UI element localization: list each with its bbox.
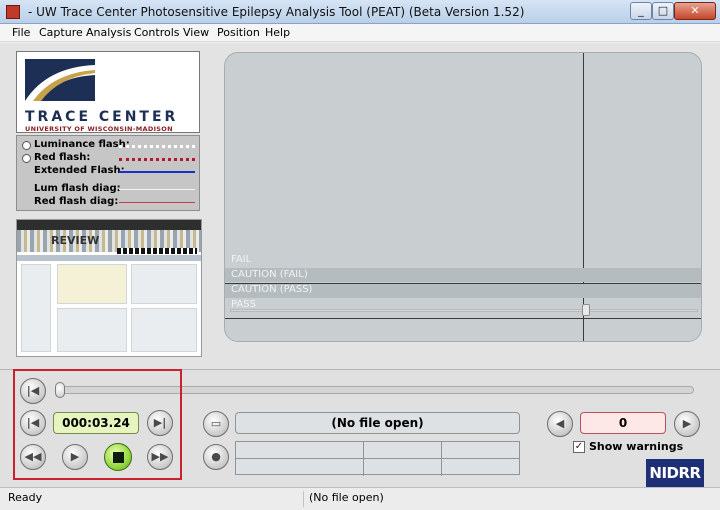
menu-help[interactable]: Help <box>265 26 290 39</box>
legend-line-red-diag <box>119 202 195 203</box>
thumbnail-block <box>57 264 127 304</box>
legend-row-red: Red flash: <box>17 152 201 165</box>
status-middle: (No file open) <box>309 491 384 504</box>
thumbnail-film-strip <box>117 248 197 254</box>
info-cell <box>442 459 519 476</box>
window-title: - UW Trace Center Photosensitive Epileps… <box>28 5 525 19</box>
zone-fail: FAIL <box>231 254 252 265</box>
graph-baseline <box>225 318 701 319</box>
legend-label: Lum flash diag: <box>34 183 121 194</box>
status-left: Ready <box>4 491 304 507</box>
minimize-button[interactable]: _ <box>630 2 652 20</box>
luminance-radio[interactable] <box>22 141 31 150</box>
zone-caution-pass: CAUTION (PASS) <box>231 284 313 295</box>
info-cell <box>236 459 364 476</box>
record-icon[interactable]: ● <box>203 444 229 470</box>
thumbnail-block <box>21 264 51 352</box>
menu-analysis[interactable]: Analysis <box>86 26 131 39</box>
graph-divider <box>583 53 584 341</box>
legend-label: Luminance flash: <box>34 139 130 150</box>
close-button[interactable]: ✕ <box>674 2 716 20</box>
legend-line-lum-diag <box>119 189 195 190</box>
thumbnail-banner-text: REVIEW <box>51 234 100 247</box>
thumbnail-block <box>131 308 197 352</box>
legend-line-red <box>119 158 195 161</box>
red-flash-radio[interactable] <box>22 154 31 163</box>
legend-line-extended <box>119 171 195 173</box>
logo-name: TRACE CENTER <box>25 109 179 125</box>
menu-position[interactable]: Position <box>217 26 260 39</box>
warning-next-icon[interactable]: ▶ <box>674 411 700 437</box>
warning-prev-icon[interactable]: ◀ <box>547 411 573 437</box>
app-icon <box>6 5 20 19</box>
logo-mark-icon <box>25 59 95 101</box>
file-display: (No file open) <box>235 412 520 434</box>
info-cell <box>236 442 364 459</box>
legend-row-extended: Extended Flash: <box>17 165 201 178</box>
menu-file[interactable]: File <box>12 26 30 39</box>
thumbnail-block <box>57 308 127 352</box>
legend-line-luminance <box>119 145 195 148</box>
file-info-grid <box>235 441 520 476</box>
zone-caution-fail: CAUTION (FAIL) <box>231 269 308 280</box>
legend-label: Extended Flash: <box>34 165 125 176</box>
thumbnail-header <box>17 220 201 230</box>
video-thumbnail: REVIEW <box>16 219 202 357</box>
legend-row-luminance: Luminance flash: <box>17 139 201 152</box>
logo-subtitle: UNIVERSITY OF WISCONSIN-MADISON <box>25 125 173 133</box>
highlight-box <box>13 369 182 480</box>
menu-view[interactable]: View <box>183 26 209 39</box>
warning-counter: 0 <box>580 412 666 434</box>
menu-capture[interactable]: Capture <box>39 26 83 39</box>
flash-graph-panel: FAIL CAUTION (FAIL) CAUTION (PASS) PASS <box>224 52 702 342</box>
info-cell <box>364 459 442 476</box>
nidrr-logo: NIDRR <box>646 459 704 487</box>
show-warnings-checkbox[interactable]: ✓ <box>573 441 585 453</box>
legend-row-lum-diag: Lum flash diag: <box>17 183 201 196</box>
legend-label: Red flash diag: <box>34 196 119 207</box>
legend-row-red-diag: Red flash diag: <box>17 196 201 209</box>
menu-controls[interactable]: Controls <box>134 26 180 39</box>
menu-bar: File Capture Analysis Controls View Posi… <box>0 24 720 42</box>
trace-center-logo: TRACE CENTER UNIVERSITY OF WISCONSIN-MAD… <box>16 51 200 133</box>
title-bar: - UW Trace Center Photosensitive Epileps… <box>0 0 720 24</box>
show-warnings-label: Show warnings <box>589 440 684 453</box>
status-bar: Ready (No file open) <box>0 487 720 510</box>
maximize-button[interactable]: □ <box>652 2 674 20</box>
info-cell <box>364 442 442 459</box>
graph-scroll-thumb[interactable] <box>582 304 590 316</box>
info-cell <box>442 442 519 459</box>
folder-open-icon[interactable]: ▭ <box>203 411 229 437</box>
graph-scroll-track[interactable] <box>230 309 698 312</box>
thumbnail-block <box>131 264 197 304</box>
legend-panel: Luminance flash: Red flash: Extended Fla… <box>16 135 200 211</box>
thumbnail-nav <box>17 255 201 261</box>
legend-label: Red flash: <box>34 152 91 163</box>
